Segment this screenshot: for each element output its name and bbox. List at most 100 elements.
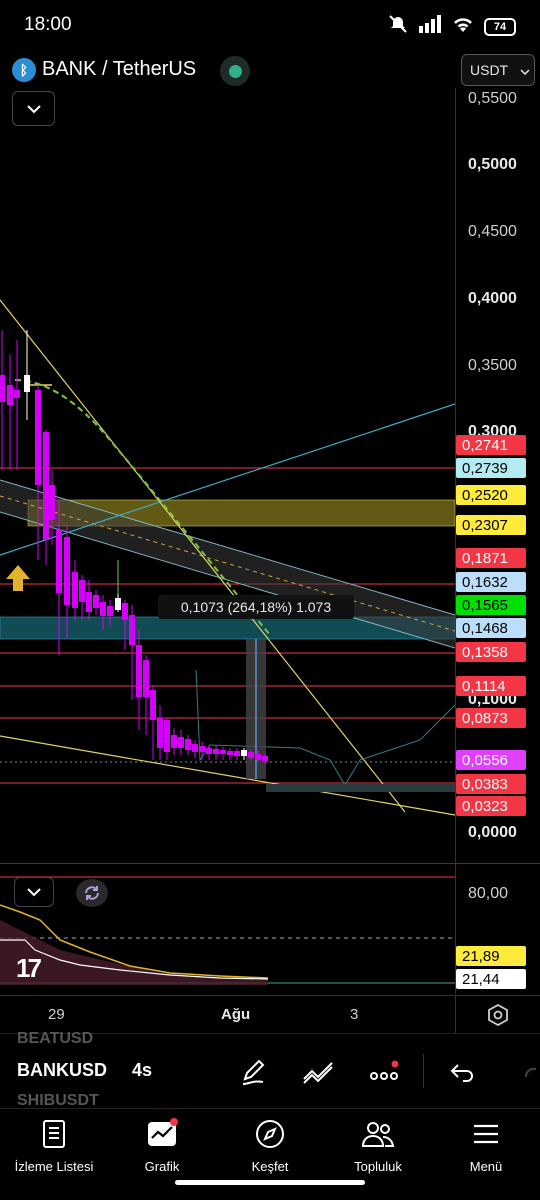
price-level-tag[interactable]: 0,1358 bbox=[456, 642, 526, 662]
candle-body bbox=[24, 375, 30, 392]
price-level-tag[interactable]: 0,2307 bbox=[456, 515, 526, 535]
price-level-tag[interactable]: 0,2739 bbox=[456, 458, 526, 478]
up-arrow-marker[interactable] bbox=[6, 565, 30, 591]
candle-body bbox=[100, 602, 106, 616]
candle-body bbox=[206, 748, 212, 754]
chart-toolbar: BEATUSD BANKUSD SHIBUSDT 4s bbox=[0, 1030, 540, 1109]
home-indicator[interactable] bbox=[175, 1180, 365, 1185]
candle-body bbox=[49, 485, 55, 520]
candle-body bbox=[136, 645, 142, 697]
candle-body bbox=[248, 752, 254, 758]
candle-body bbox=[72, 572, 78, 608]
ticker-previous[interactable]: BEATUSD bbox=[17, 1030, 93, 1048]
time-axis-label: Ağu bbox=[221, 1006, 251, 1023]
tradingview-logo: 17 bbox=[16, 953, 42, 983]
chevron-down-icon bbox=[520, 62, 530, 78]
undo-icon[interactable] bbox=[446, 1056, 478, 1088]
base-trendline[interactable] bbox=[0, 735, 455, 816]
nav-label: Menü bbox=[469, 1159, 503, 1174]
candle-body bbox=[14, 390, 20, 398]
time-axis-label: 29 bbox=[48, 1006, 65, 1023]
candle-body bbox=[185, 739, 191, 750]
mute-icon bbox=[388, 14, 408, 39]
time-axis[interactable]: 29 Ağu 3 bbox=[0, 995, 540, 1034]
price-axis[interactable]: 0,5500 0,5000 0,4500 0,4000 0,3500 0,300… bbox=[455, 88, 540, 864]
candle-body bbox=[178, 737, 184, 748]
price-level-tag[interactable]: 0,1468 bbox=[456, 618, 526, 638]
status-icons: 74 bbox=[388, 14, 516, 39]
candle-body bbox=[35, 390, 41, 485]
nav-label: Keşfet bbox=[251, 1159, 289, 1174]
more-tools-icon[interactable] bbox=[368, 1056, 400, 1088]
interval-select[interactable]: 4s bbox=[132, 1060, 152, 1081]
candle-body bbox=[171, 735, 177, 748]
price-level-tag[interactable]: 0,1565 bbox=[456, 595, 526, 615]
status-bar: 18:00 74 bbox=[0, 0, 540, 52]
chevron-down-icon bbox=[27, 888, 41, 897]
price-level-tag[interactable]: 0,0323 bbox=[456, 796, 526, 816]
candle-body bbox=[56, 530, 62, 593]
candle-body bbox=[213, 749, 219, 754]
candle-body bbox=[86, 592, 92, 612]
ticker-symbol[interactable]: BANKUSD bbox=[17, 1060, 107, 1081]
currency-label: USDT bbox=[470, 62, 509, 78]
price-level-tag[interactable]: 0,2520 bbox=[456, 485, 526, 505]
wifi-icon bbox=[452, 15, 474, 38]
candle-body bbox=[227, 751, 233, 755]
symbol-header[interactable]: ᛒ BANK / TetherUS bbox=[0, 52, 540, 88]
trend-lines-icon[interactable] bbox=[302, 1056, 334, 1088]
price-level-tag[interactable]: 0,0556 bbox=[456, 750, 526, 770]
price-axis-label: 0,5000 bbox=[468, 156, 517, 173]
market-status-icon[interactable] bbox=[220, 56, 250, 86]
nav-community[interactable]: Topluluk bbox=[324, 1117, 432, 1174]
price-chart[interactable] bbox=[0, 88, 455, 864]
signal-icon bbox=[418, 15, 442, 38]
candle-body bbox=[192, 744, 198, 752]
bottom-navigation: İzleme Listesi Grafik Keşfet Topluluk Me… bbox=[0, 1108, 540, 1200]
price-level-tag[interactable]: 0,2741 bbox=[456, 435, 526, 455]
indicator-value-tag: 21,44 bbox=[456, 969, 526, 989]
price-axis-label: 0,3500 bbox=[468, 357, 517, 374]
price-chart-canvas[interactable] bbox=[0, 88, 455, 864]
battery-icon: 74 bbox=[484, 17, 516, 36]
watchlist-icon bbox=[37, 1117, 71, 1151]
refresh-icon[interactable] bbox=[76, 879, 108, 907]
candle-body bbox=[150, 690, 156, 720]
candle-body bbox=[262, 756, 268, 761]
candle-body bbox=[115, 598, 121, 610]
measure-label: 0,1073 (264,18%) 1.073 bbox=[158, 595, 354, 619]
chart-icon bbox=[145, 1117, 179, 1151]
candle-body bbox=[143, 660, 149, 697]
collapse-indicator-button[interactable] bbox=[14, 877, 54, 907]
status-time: 18:00 bbox=[24, 14, 72, 35]
symbol-logo-icon: ᛒ bbox=[12, 58, 36, 82]
symbol-title[interactable]: BANK / TetherUS bbox=[42, 58, 196, 81]
candle-body bbox=[220, 750, 226, 754]
redo-icon[interactable] bbox=[516, 1056, 540, 1088]
candle-body bbox=[0, 375, 5, 402]
candle-body bbox=[157, 718, 163, 748]
price-level-tag[interactable]: 0,1114 bbox=[456, 676, 526, 696]
nav-menu[interactable]: Menü bbox=[432, 1117, 540, 1174]
candle-body bbox=[107, 606, 113, 616]
nav-chart[interactable]: Grafik bbox=[108, 1117, 216, 1174]
time-axis-label: 3 bbox=[350, 1006, 359, 1023]
candle-body bbox=[255, 754, 261, 760]
price-level-tag[interactable]: 0,1632 bbox=[456, 572, 526, 592]
price-axis-label: 0,5500 bbox=[468, 90, 517, 107]
candle-body bbox=[43, 432, 49, 540]
rising-trendline[interactable] bbox=[0, 403, 455, 556]
currency-select[interactable]: USDT bbox=[461, 54, 535, 86]
price-level-tag[interactable]: 0,0873 bbox=[456, 708, 526, 728]
chart-settings-icon[interactable] bbox=[486, 1003, 510, 1027]
indicator-value-tag: 21,89 bbox=[456, 946, 526, 966]
indicator-pane[interactable] bbox=[0, 864, 455, 994]
nav-explore[interactable]: Keşfet bbox=[216, 1117, 324, 1174]
price-level-tag[interactable]: 0,0383 bbox=[456, 774, 526, 794]
price-level-tag[interactable]: 0,1871 bbox=[456, 548, 526, 568]
candle-body bbox=[129, 615, 135, 645]
indicator-axis[interactable]: 80,00 21,89 21,44 bbox=[455, 864, 540, 994]
price-axis-label: 0,4000 bbox=[468, 290, 517, 307]
pencil-icon[interactable] bbox=[238, 1056, 270, 1088]
nav-watchlist[interactable]: İzleme Listesi bbox=[0, 1117, 108, 1174]
